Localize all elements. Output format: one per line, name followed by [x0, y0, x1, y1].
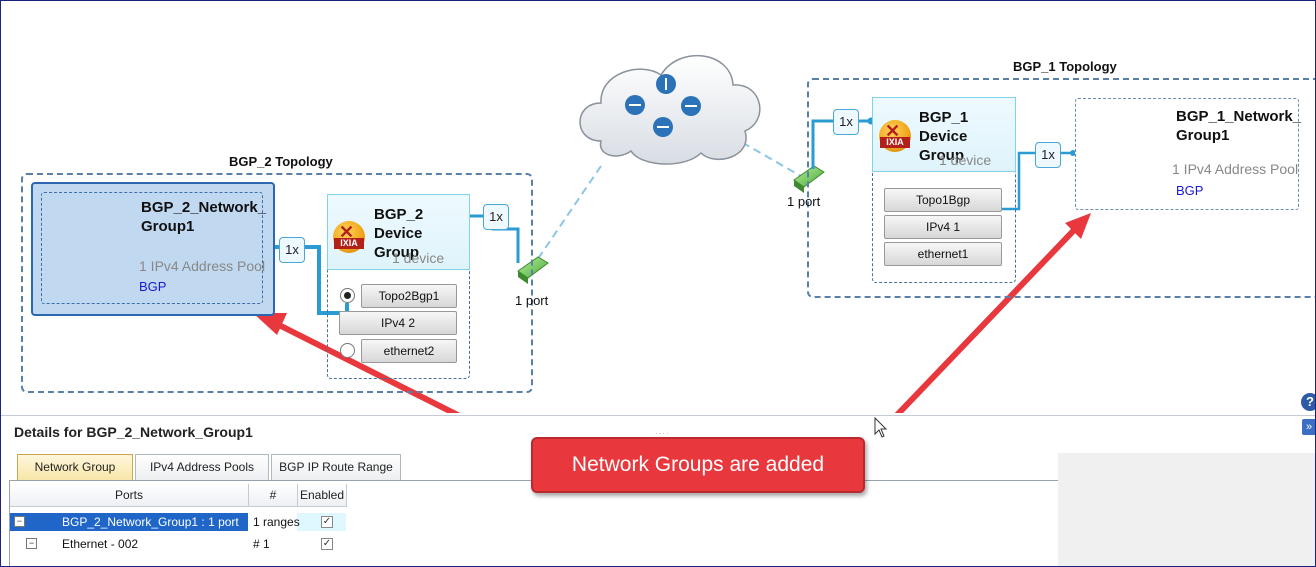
topology-title-bgp2: BGP_2 Topology — [229, 154, 333, 169]
stack-topo1bgp[interactable]: Topo1Bgp — [884, 188, 1002, 212]
multiplier-dg1-ng1[interactable]: 1x — [1035, 142, 1061, 168]
help-icon[interactable]: ? — [1301, 393, 1315, 411]
grid-empty-area — [1058, 453, 1315, 566]
column-header-ports[interactable]: Ports — [10, 484, 249, 507]
enabled-checkbox[interactable]: ✓ — [321, 538, 333, 550]
device-group-bgp2[interactable]: ✕ IXIA BGP_2 Device Group 1 device — [327, 194, 470, 270]
row-count: # 1 — [253, 537, 270, 551]
network-group-bgp2[interactable]: BGP_2_Network_ Group1 1 IPv4 Address Poo… — [31, 182, 275, 316]
device-group-bgp1[interactable]: ✕ IXIA BGP_1 Device Group 1 device — [872, 97, 1016, 172]
collapse-icon[interactable]: − — [26, 538, 37, 549]
tab-ipv4-address-pools[interactable]: IPv4 Address Pools — [135, 454, 269, 480]
ixia-logo-icon: ✕ IXIA — [879, 120, 911, 152]
multiplier-port-dg1[interactable]: 1x — [833, 109, 859, 135]
network-group-title: BGP_1_Network_ Group1 — [1176, 108, 1302, 144]
network-group-title: BGP_2_Network_ Group1 — [141, 199, 267, 235]
tab-bgp-ip-route-range[interactable]: BGP IP Route Range — [271, 454, 401, 480]
stack-ethernet2[interactable]: ethernet2 — [361, 339, 457, 363]
app-window: BGP_2 Topology BGP_2_Network_ Group1 1 I… — [0, 0, 1316, 567]
topology-title-bgp1: BGP_1 Topology — [1013, 59, 1117, 74]
network-group-protocol[interactable]: BGP — [1176, 183, 1203, 198]
port-label-bgp2: 1 port — [515, 293, 549, 308]
enabled-checkbox[interactable]: ✓ — [321, 516, 333, 528]
column-header-count[interactable]: # — [249, 484, 298, 507]
details-title: Details for BGP_2_Network_Group1 — [14, 424, 253, 440]
table-row[interactable]: − BGP_2_Network_Group1 : 1 port 1 ranges… — [10, 513, 346, 531]
device-group-count: 1 device — [939, 152, 992, 168]
row-count: 1 ranges — [253, 515, 300, 529]
radio-ethernet2[interactable] — [340, 343, 355, 358]
topology-canvas[interactable]: BGP_2 Topology BGP_2_Network_ Group1 1 I… — [1, 1, 1315, 413]
cursor-icon — [874, 417, 888, 438]
multiplier-ng2[interactable]: 1x — [279, 237, 305, 263]
network-group-bgp1[interactable]: BGP_1_Network_ Group1 1 IPv4 Address Poo… — [1075, 98, 1302, 210]
collapse-icon[interactable]: − — [14, 516, 25, 527]
annotation-callout: Network Groups are added — [531, 437, 865, 493]
radio-topo2bgp1[interactable] — [340, 288, 355, 303]
stack-topo2bgp1[interactable]: Topo2Bgp1 — [361, 284, 457, 308]
port-label-bgp1: 1 port — [787, 194, 821, 209]
tab-network-group[interactable]: Network Group — [17, 454, 133, 480]
row-name: Ethernet - 002 — [62, 537, 139, 551]
device-group-count: 1 device — [392, 250, 445, 266]
network-group-pool: 1 IPv4 Address Pool — [1172, 161, 1299, 177]
link-cloud-port-left — [530, 165, 602, 270]
double-chevron-down-icon[interactable]: » — [1302, 419, 1315, 435]
network-group-pool: 1 IPv4 Address Pool — [139, 258, 266, 274]
ixia-logo-icon: ✕ IXIA — [333, 221, 365, 253]
table-row[interactable]: − Ethernet - 002 # 1 ✓ — [10, 535, 346, 553]
network-group-protocol[interactable]: BGP — [139, 279, 166, 294]
router-cloud-icon[interactable] — [579, 54, 761, 165]
stack-ethernet1[interactable]: ethernet1 — [884, 242, 1002, 266]
row-name: BGP_2_Network_Group1 : 1 port — [62, 515, 239, 529]
stack-ipv4-1[interactable]: IPv4 1 — [884, 215, 1002, 239]
multiplier-dg2[interactable]: 1x — [483, 204, 509, 230]
column-header-enabled[interactable]: Enabled — [298, 484, 347, 507]
stack-ipv4-2[interactable]: IPv4 2 — [339, 311, 457, 335]
